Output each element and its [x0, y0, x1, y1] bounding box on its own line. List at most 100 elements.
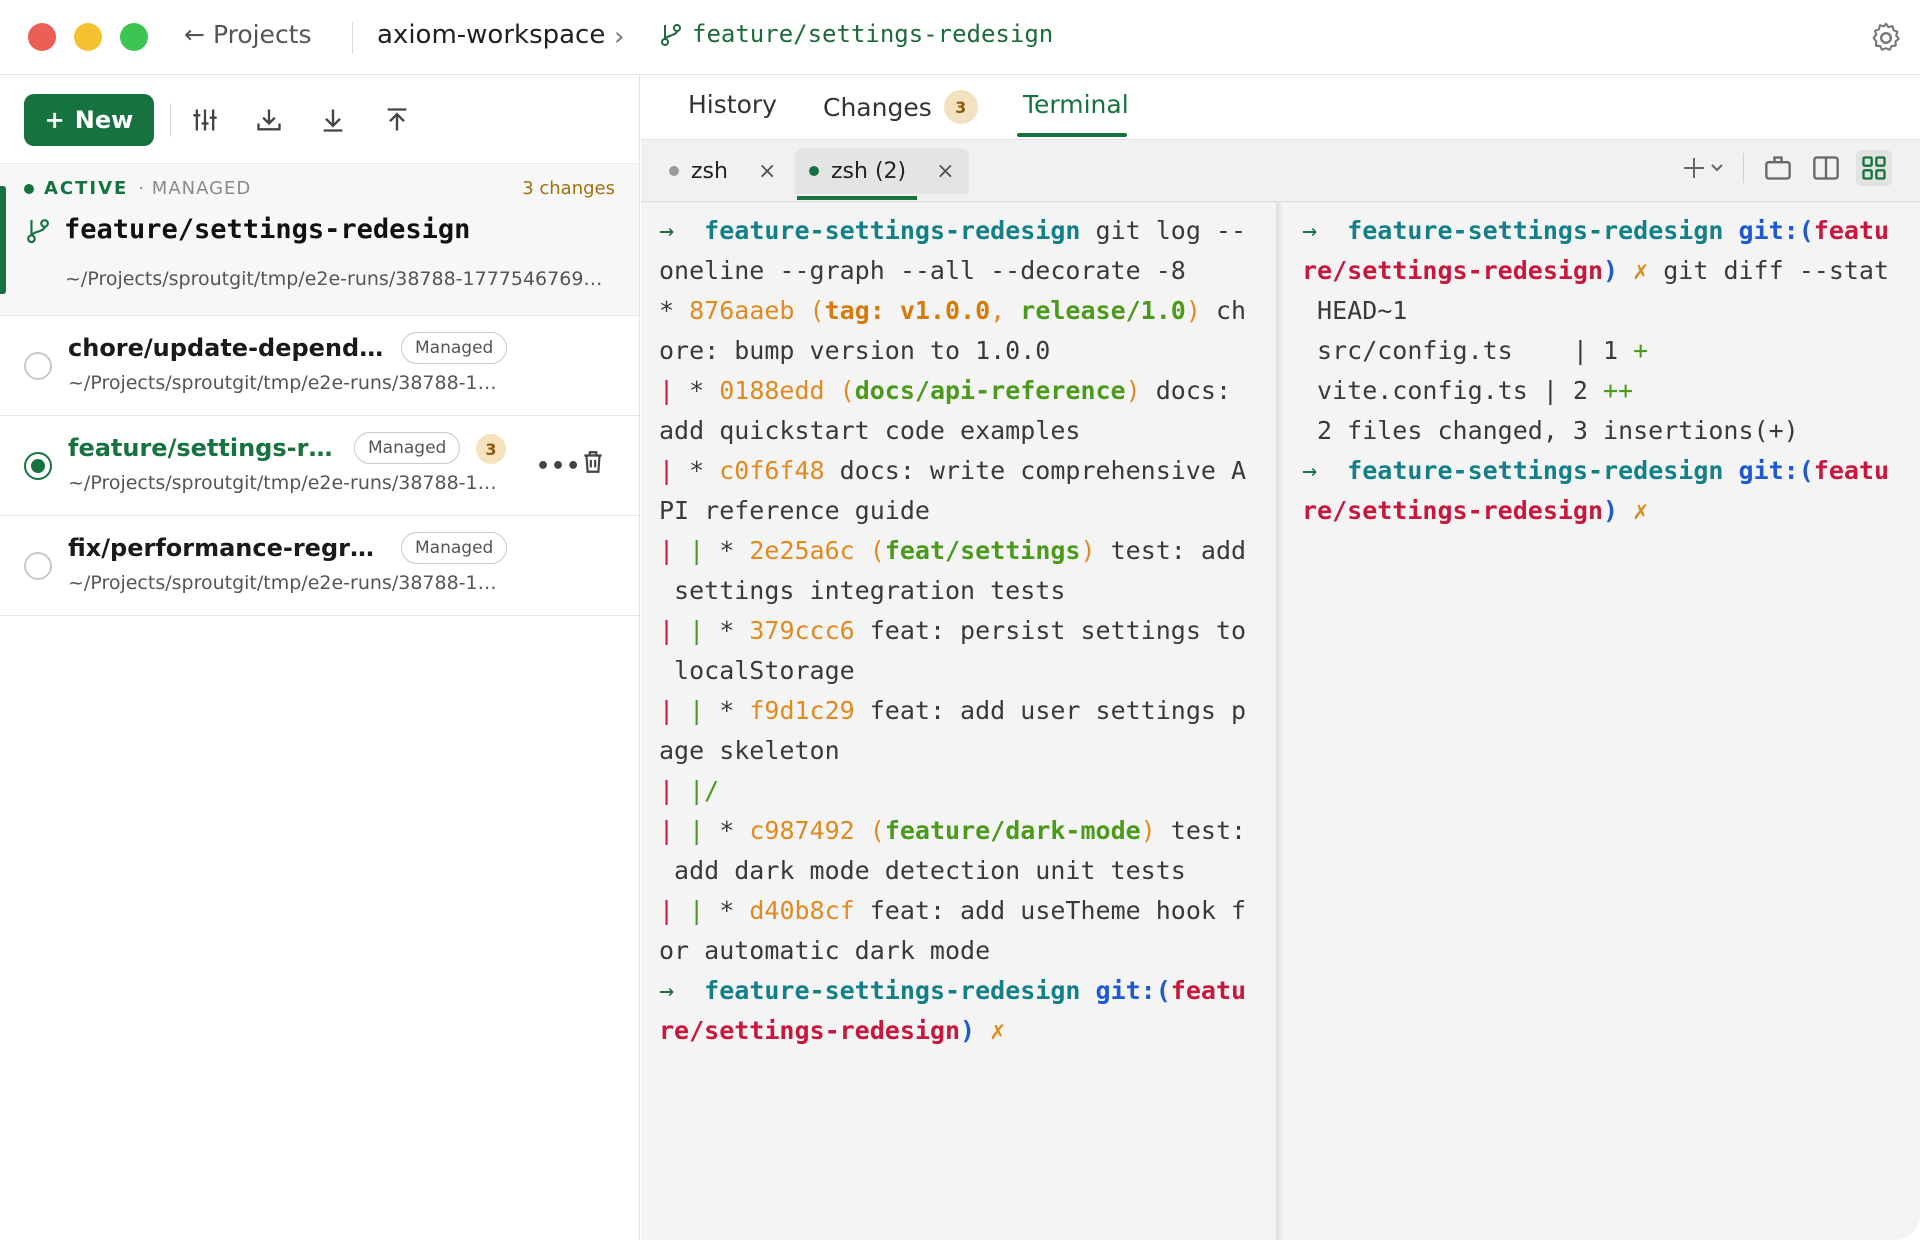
ref-paren: ) [1185, 296, 1201, 325]
gear-icon [1872, 22, 1900, 51]
terminal-tab-active[interactable]: zsh (2) × [795, 148, 969, 194]
settings-button[interactable] [1868, 20, 1904, 56]
divider [170, 102, 171, 137]
push-button[interactable] [379, 102, 415, 138]
branch-ref: docs/api-reference [854, 376, 1126, 405]
worktree-path: ~/Projects/sproutgit/tmp/e2e-runs/38788-… [68, 472, 497, 494]
new-terminal-button[interactable] [1677, 150, 1733, 186]
terminal-line: HEAD~1 [1302, 296, 1408, 325]
terminal-line: add quickstart code examples [659, 416, 1081, 445]
sidebar-toolbar: + New [0, 76, 639, 164]
maximize-window-button[interactable] [120, 23, 148, 51]
diff-plus: ++ [1603, 376, 1634, 405]
commit-hash: d40b8cf [749, 896, 855, 925]
new-worktree-button[interactable]: + New [24, 93, 154, 146]
prompt-ref: featu [1813, 456, 1890, 485]
grid-icon [1862, 156, 1886, 180]
breadcrumb-branch[interactable]: feature/settings-redesign [660, 20, 1053, 48]
commit-msg: test: [1155, 816, 1247, 845]
terminal-pane-left[interactable]: → feature-settings-redesign git log -- o… [641, 203, 1279, 1240]
worktree-radio-selected[interactable] [24, 452, 52, 480]
title-bar: ← Projects axiom-workspace › feature/set… [0, 0, 1920, 75]
prompt-branch: feature-settings-redesign [704, 216, 1081, 245]
active-worktree-card[interactable]: ACTIVE · MANAGED 3 changes feature/setti… [0, 164, 639, 316]
prompt-ref: re/settings-redesign [1302, 496, 1604, 525]
tag-ref: tag: v1.0.0 [824, 296, 991, 325]
prompt-git: git:( [1080, 976, 1171, 1005]
trash-icon [584, 451, 602, 473]
tab-changes-label: Changes [823, 92, 932, 122]
terminal-line: add dark mode detection unit tests [659, 856, 1186, 885]
breadcrumb-workspace[interactable]: axiom-workspace [377, 20, 605, 50]
main-panel: History Changes 3 Terminal zsh × zsh (2)… [641, 76, 1920, 1240]
close-icon[interactable]: × [758, 159, 776, 184]
active-worktree-path: ~/Projects/sproutgit/tmp/e2e-runs/38788-… [65, 268, 603, 290]
prompt-branch: feature-settings-redesign [704, 976, 1081, 1005]
fetch-button[interactable] [251, 102, 287, 138]
tab-history[interactable]: History [688, 90, 777, 119]
changes-count: 3 changes [522, 178, 615, 199]
branch-label: feature/settings-redesign [692, 20, 1054, 48]
pull-button[interactable] [315, 102, 351, 138]
tab-changes[interactable]: Changes 3 [823, 90, 978, 124]
prompt-arrow-icon: → [1302, 456, 1318, 485]
worktree-sidebar: + New ACTIVE · MANAGED 3 changes feature… [0, 76, 640, 1240]
commit-msg: feat: persist settings to [854, 616, 1247, 645]
prompt-arrow-icon: → [1302, 216, 1318, 245]
commit-hash: f9d1c29 [749, 696, 855, 725]
session-dot [669, 166, 679, 176]
terminal-line: oneline --graph --all --decorate -8 [659, 256, 1186, 285]
branch-ref: feat/settings [884, 536, 1081, 565]
plus-icon: + [44, 105, 65, 134]
commit-hash: 0188edd [719, 376, 825, 405]
terminal-line: or automatic dark mode [659, 936, 991, 965]
close-icon[interactable]: × [936, 159, 954, 184]
back-to-projects-link[interactable]: ← Projects [184, 20, 312, 49]
commit-hash: c0f6f48 [719, 456, 825, 485]
terminal-line: localStorage [659, 656, 855, 685]
single-pane-button[interactable] [1760, 150, 1796, 186]
branch-ref: release/1.0 [1020, 296, 1186, 325]
dirty-marker: ✗ [1618, 256, 1649, 285]
terminal-pane-right[interactable]: → feature-settings-redesign git:(featu r… [1282, 203, 1920, 1240]
single-pane-icon [1765, 156, 1791, 180]
split-pane-button[interactable] [1808, 150, 1844, 186]
filter-settings-button[interactable] [187, 102, 223, 138]
back-label: Projects [212, 20, 312, 49]
close-window-button[interactable] [28, 23, 56, 51]
commit-hash: 379ccc6 [749, 616, 855, 645]
commit-msg: ch [1200, 296, 1247, 325]
terminal-tab-bar: zsh × zsh (2) × [641, 140, 1920, 202]
managed-badge: Managed [354, 432, 461, 464]
changes-badge: 3 [476, 434, 506, 464]
terminal-tab[interactable]: zsh × [655, 148, 790, 194]
delete-worktree-button[interactable] [580, 448, 608, 478]
prompt-git: ) [1603, 256, 1619, 285]
active-branch-name: feature/settings-redesign [26, 214, 470, 245]
minimize-window-button[interactable] [74, 23, 102, 51]
worktree-row-selected[interactable]: feature/settings-red… Managed 3 ••• ~/Pr… [0, 416, 639, 516]
arrow-up-icon [387, 107, 407, 130]
graph-node: * [659, 296, 690, 325]
prompt-ref: featu [1813, 216, 1890, 245]
session-dot [809, 166, 819, 176]
changes-badge: 3 [943, 90, 978, 124]
more-options-icon[interactable]: ••• [536, 454, 581, 479]
worktree-row[interactable]: fix/performance-regressi… Managed ~/Proj… [0, 516, 639, 616]
worktree-radio[interactable] [24, 552, 52, 580]
terminal-tab-label: zsh (2) [831, 158, 907, 184]
prompt-ref: re/settings-redesign [1302, 256, 1604, 285]
prompt-git: git:( [1723, 456, 1814, 485]
active-header: ACTIVE · MANAGED [24, 178, 251, 199]
tab-terminal[interactable]: Terminal [1023, 90, 1129, 119]
prompt-ref: featu [1170, 976, 1247, 1005]
worktree-row[interactable]: chore/update-dependen… Managed ~/Project… [0, 316, 639, 416]
prompt-arrow-icon: → [659, 976, 675, 1005]
prompt-branch: feature-settings-redesign [1347, 456, 1724, 485]
git-branch-icon [661, 24, 681, 46]
worktree-radio[interactable] [24, 352, 52, 380]
commit-hash: c987492 [749, 816, 855, 845]
grid-pane-button[interactable] [1856, 150, 1892, 186]
app-window: ← Projects axiom-workspace › feature/set… [0, 0, 1920, 1240]
worktree-path: ~/Projects/sproutgit/tmp/e2e-runs/38788-… [68, 572, 497, 594]
